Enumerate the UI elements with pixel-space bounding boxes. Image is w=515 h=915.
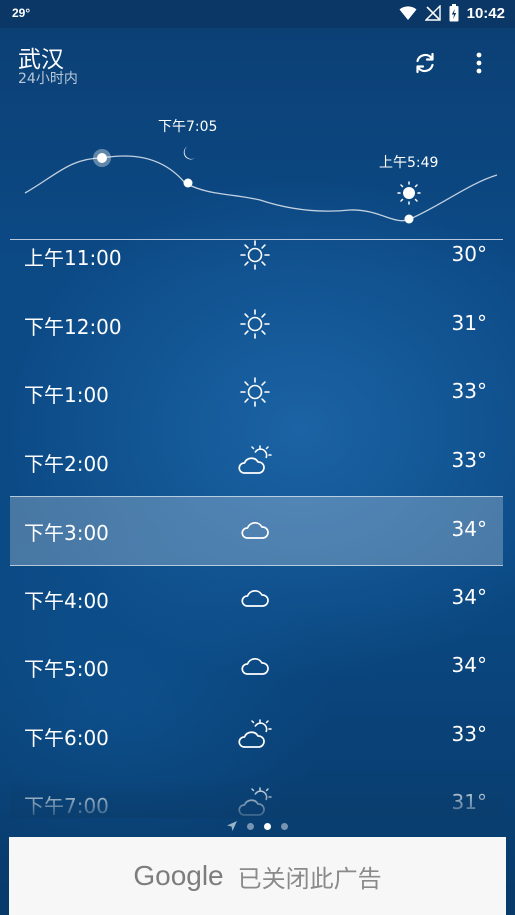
temperature-value: 34° — [451, 584, 487, 609]
status-time: 10:42 — [466, 4, 505, 22]
hour-label: 下午5:00 — [24, 657, 109, 681]
hour-label: 下午12:00 — [24, 314, 122, 339]
temperature-value: 31° — [451, 310, 487, 335]
moon-icon — [183, 146, 195, 160]
sun-icon — [238, 307, 272, 341]
temperature-value: 30° — [451, 242, 487, 266]
refresh-icon — [416, 52, 434, 74]
hourly-forecast-list[interactable]: 上午11:00 30° 下午12:00 31° 下午1:00 33° 下午2:00 33° 下午… — [10, 240, 503, 818]
temperature-value: 33° — [451, 379, 487, 403]
partly-cloudy-icon — [238, 444, 272, 478]
page-dot[interactable] — [281, 822, 288, 830]
hour-label: 下午4:00 — [24, 588, 109, 613]
status-temperature: 29° — [12, 6, 31, 20]
page-dot-active[interactable] — [264, 822, 271, 830]
hour-label: 下午7:00 — [24, 794, 109, 818]
ad-closed-message: 已关闭此广告 — [237, 865, 382, 893]
partly-cloudy-icon — [238, 718, 272, 752]
battery-charging-icon — [449, 4, 459, 22]
wifi-icon — [399, 6, 417, 20]
cloud-icon — [238, 513, 272, 547]
hourly-row[interactable]: 下午4:00 34° — [10, 565, 503, 633]
sunrise-time-label: 上午5:49 — [379, 155, 439, 171]
hourly-row[interactable]: 下午6:00 33° — [10, 702, 503, 770]
cloud-icon — [238, 581, 272, 615]
location-arrow-icon — [227, 821, 237, 831]
hour-label: 下午2:00 — [24, 451, 109, 476]
temperature-value: 33° — [451, 447, 487, 472]
overflow-menu-button[interactable] — [466, 48, 492, 78]
partly-cloudy-icon — [238, 786, 272, 818]
sunset-time-label: 下午7:05 — [158, 119, 218, 135]
sun-icon — [238, 240, 272, 272]
hour-label: 下午3:00 — [24, 521, 109, 545]
hourly-row[interactable]: 下午7:00 31° — [10, 770, 503, 818]
hourly-row[interactable]: 下午12:00 31° — [10, 291, 503, 359]
hour-label: 下午1:00 — [24, 383, 109, 407]
subtitle: 24小时内 — [18, 71, 78, 87]
google-logo: Google — [133, 860, 224, 891]
sun-icon — [238, 375, 272, 409]
day-night-graph: 下午7:05 上午5:49 — [0, 98, 515, 238]
ad-banner[interactable]: Google 已关闭此广告 — [9, 837, 506, 915]
temperature-value: 34° — [451, 517, 487, 541]
hour-label: 下午6:00 — [24, 725, 109, 750]
status-bar: 29° 10:42 — [0, 0, 515, 28]
sunset-point — [183, 178, 193, 188]
page-dot[interactable] — [247, 822, 254, 830]
hour-label: 上午11:00 — [24, 246, 122, 270]
no-signal-icon — [424, 5, 441, 21]
hourly-row[interactable]: 上午11:00 30° — [10, 240, 503, 290]
more-vert-icon — [476, 52, 482, 74]
cloud-icon — [238, 649, 272, 683]
sunrise-point — [404, 214, 414, 224]
hourly-row[interactable]: 下午1:00 33° — [10, 359, 503, 427]
hourly-row[interactable]: 下午5:00 34° — [10, 633, 503, 701]
sunrise-sun-icon — [397, 181, 421, 205]
header: 武汉 24小时内 — [0, 28, 515, 98]
hourly-row[interactable]: 下午3:00 34° — [10, 496, 503, 566]
temperature-value: 31° — [451, 790, 487, 814]
refresh-button[interactable] — [410, 48, 440, 78]
page-indicator — [0, 818, 515, 834]
temperature-value: 33° — [451, 721, 487, 746]
hourly-row[interactable]: 下午2:00 33° — [10, 428, 503, 496]
temperature-value: 34° — [451, 653, 487, 677]
